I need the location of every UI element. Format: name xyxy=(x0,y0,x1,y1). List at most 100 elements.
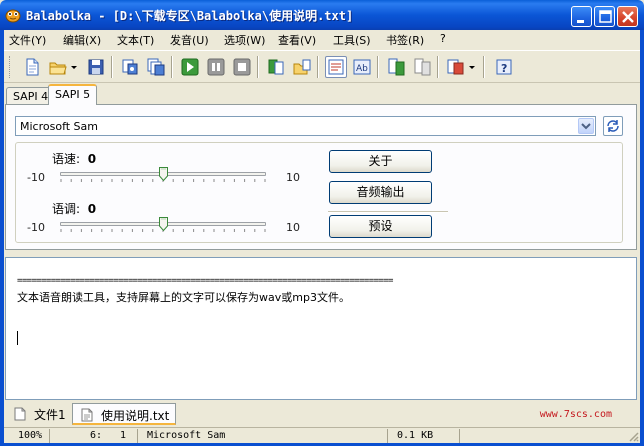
chevron-down-icon xyxy=(71,66,77,69)
open-clipboard-button[interactable] xyxy=(291,56,313,78)
document-icon xyxy=(14,407,26,421)
save-button[interactable] xyxy=(85,56,107,78)
toolbar-separator xyxy=(317,56,319,78)
menu-options[interactable]: 选项(W) xyxy=(224,32,265,48)
pitch-slider[interactable] xyxy=(60,216,266,234)
toolbar-separator xyxy=(483,56,485,78)
rate-max: 10 xyxy=(286,171,300,184)
split-icon xyxy=(388,58,405,76)
text-view-icon xyxy=(328,59,344,75)
doc-tab-label: 文件1 xyxy=(34,408,66,422)
doc-tab-label: 使用说明.txt xyxy=(101,409,170,423)
chevron-down-icon xyxy=(469,66,475,69)
chevron-down-icon xyxy=(581,123,591,130)
text-caret xyxy=(17,331,18,345)
split-button[interactable] xyxy=(385,56,407,78)
doc-tab-file1[interactable]: 文件1 xyxy=(6,403,72,425)
pitch-max: 10 xyxy=(286,221,300,234)
play-icon xyxy=(181,58,199,76)
pitch-value: 0 xyxy=(87,202,97,216)
document-icon xyxy=(81,408,93,422)
text-view-button[interactable] xyxy=(325,56,347,78)
status-zoom: 100% xyxy=(4,429,50,443)
open-folder-icon xyxy=(49,62,67,75)
rate-min: -10 xyxy=(27,171,45,184)
stop-button[interactable] xyxy=(231,56,253,78)
refresh-voices-button[interactable] xyxy=(603,116,623,136)
title-bar[interactable]: Balabolka - [D:\下载专区\Balabolka\使用说明.txt] xyxy=(0,0,644,30)
batch-convert-button[interactable] xyxy=(145,56,167,78)
button-divider xyxy=(328,211,448,213)
close-button[interactable] xyxy=(617,6,638,27)
toolbar-separator xyxy=(111,56,113,78)
svg-text:?: ? xyxy=(501,62,507,75)
document-tab-strip: 文件1 使用说明.txt www.7scs.com xyxy=(4,401,640,426)
bookmark-dropdown-button[interactable] xyxy=(468,56,476,78)
audio-output-button[interactable]: 音频输出 xyxy=(329,181,432,204)
new-document-icon xyxy=(26,58,39,76)
read-clipboard-button[interactable] xyxy=(265,56,287,78)
voice-dropdown-button[interactable] xyxy=(578,118,594,134)
refresh-icon xyxy=(607,120,619,132)
open-button[interactable] xyxy=(47,56,69,78)
stop-icon xyxy=(233,58,251,76)
menu-tools[interactable]: 工具(S) xyxy=(333,32,371,48)
voice-settings-panel: Microsoft Sam 语速: 0 -10 10 语调: 0 -10 10 … xyxy=(5,104,637,250)
svg-text:Ab: Ab xyxy=(356,64,368,74)
read-clipboard-icon xyxy=(268,59,284,75)
spell-button[interactable]: Ab xyxy=(351,56,373,78)
play-button[interactable] xyxy=(179,56,201,78)
bookmark-icon xyxy=(447,59,464,75)
preset-button[interactable]: 预设 xyxy=(329,215,432,238)
pause-button[interactable] xyxy=(205,56,227,78)
open-clipboard-icon xyxy=(293,59,311,75)
save-icon xyxy=(88,59,104,75)
voice-select[interactable]: Microsoft Sam xyxy=(15,116,596,136)
window-title: Balabolka - [D:\下载专区\Balabolka\使用说明.txt] xyxy=(26,9,354,23)
toolbar: Ab ? xyxy=(4,50,640,83)
tab-sapi5[interactable]: SAPI 5 xyxy=(48,84,98,105)
menu-view[interactable]: 查看(V) xyxy=(278,32,316,48)
help-icon: ? xyxy=(496,59,512,75)
spell-icon: Ab xyxy=(353,59,371,75)
minimize-button[interactable] xyxy=(571,6,592,27)
new-document-button[interactable] xyxy=(21,56,43,78)
open-dropdown-button[interactable] xyxy=(70,56,78,78)
status-size: 0.1 KB xyxy=(388,429,460,443)
window-frame-right xyxy=(640,30,644,446)
minimize-icon xyxy=(577,20,584,23)
close-icon xyxy=(622,11,634,23)
about-button[interactable]: 关于 xyxy=(329,150,432,173)
join-button[interactable] xyxy=(411,56,433,78)
rate-slider[interactable] xyxy=(60,166,266,184)
rate-value: 0 xyxy=(87,152,97,166)
help-button[interactable]: ? xyxy=(493,56,515,78)
resize-grip-icon[interactable] xyxy=(627,430,639,442)
toolbar-separator xyxy=(377,56,379,78)
menu-bar: 文件(Y) 编辑(X) 文本(T) 发音(U) 选项(W) 查看(V) 工具(S… xyxy=(4,30,640,49)
toolbar-separator xyxy=(257,56,259,78)
menu-file[interactable]: 文件(Y) xyxy=(9,32,46,48)
text-editor[interactable]: ========================================… xyxy=(5,257,637,400)
sapi-tab-strip: SAPI 4 SAPI 5 xyxy=(4,84,640,105)
doc-tab-readme[interactable]: 使用说明.txt xyxy=(72,403,177,425)
convert-button[interactable] xyxy=(119,56,141,78)
toolbar-grip[interactable] xyxy=(9,56,12,78)
convert-icon xyxy=(122,59,138,75)
join-icon xyxy=(414,58,431,76)
status-col: 1 xyxy=(120,430,127,441)
menu-bookmarks[interactable]: 书签(R) xyxy=(386,32,424,48)
menu-text[interactable]: 文本(T) xyxy=(117,32,154,48)
bookmark-button[interactable] xyxy=(445,56,467,78)
speech-params-group: 语速: 0 -10 10 语调: 0 -10 10 关于 音频输出 预设 xyxy=(15,142,623,243)
editor-text-line: 文本语音朗读工具，支持屏幕上的文字可以保存为wav或mp3文件。 xyxy=(17,291,350,304)
maximize-icon xyxy=(599,10,612,23)
menu-edit[interactable]: 编辑(X) xyxy=(63,32,101,48)
status-position: 6: 1 xyxy=(50,429,138,443)
menu-speech[interactable]: 发音(U) xyxy=(170,32,209,48)
pitch-slider-thumb[interactable] xyxy=(158,217,168,231)
maximize-button[interactable] xyxy=(594,6,615,27)
menu-help[interactable]: ? xyxy=(440,32,446,45)
editor-separator-line: ========================================… xyxy=(17,276,393,286)
rate-slider-thumb[interactable] xyxy=(158,167,168,181)
